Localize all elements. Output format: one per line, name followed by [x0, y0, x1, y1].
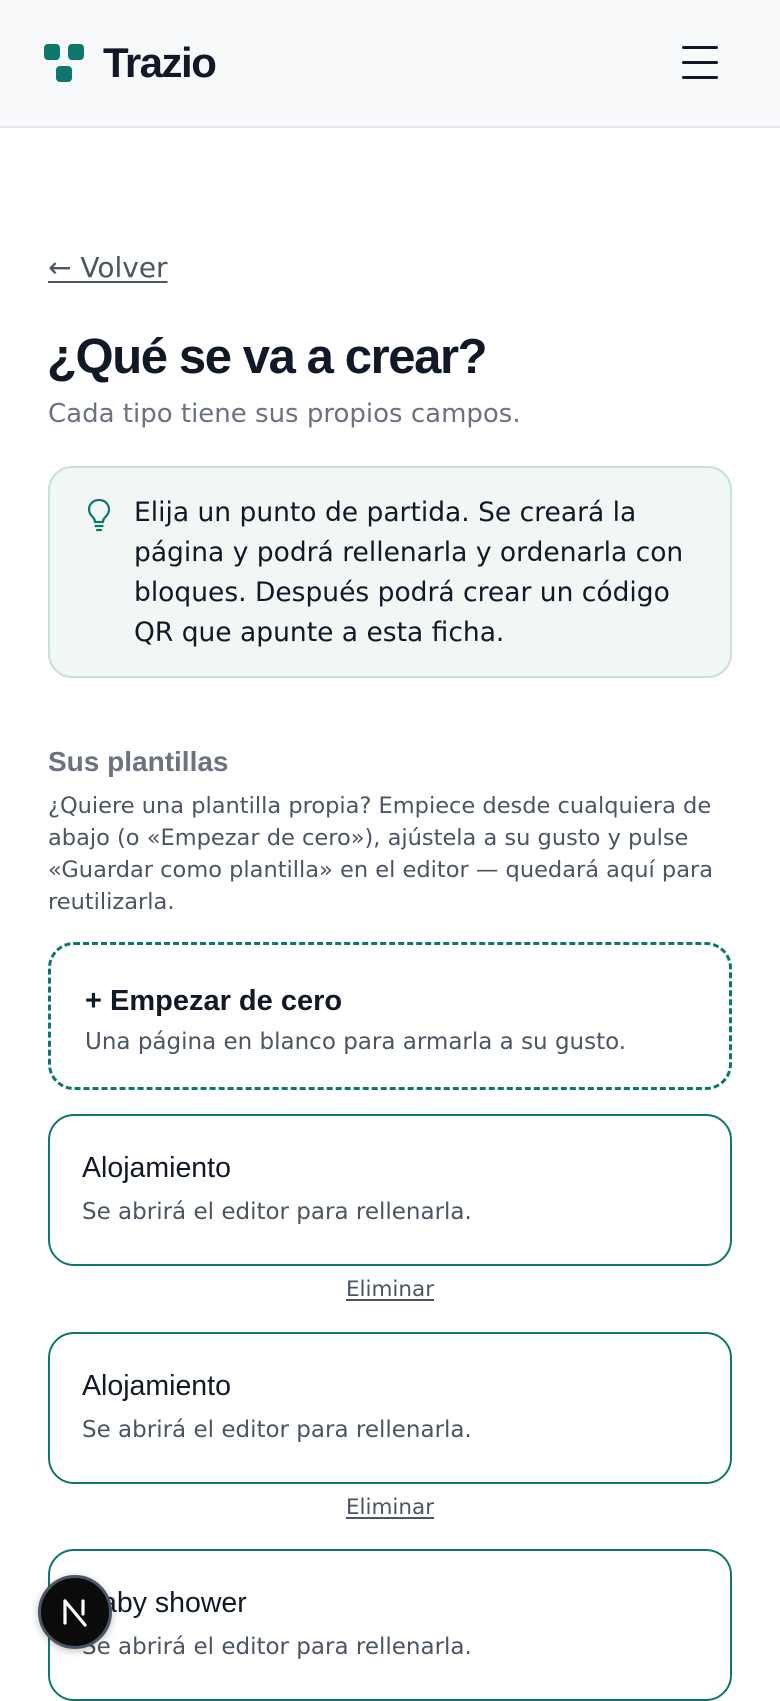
- template-description: Se abrirá el editor para rellenarla.: [82, 1634, 472, 1660]
- info-text: Elija un punto de partida. Se creará la …: [134, 497, 684, 648]
- template-title: Alojamiento: [82, 1152, 231, 1184]
- template-title: Alojamiento: [82, 1370, 231, 1402]
- delete-template-row: Eliminar: [0, 1275, 780, 1305]
- template-description: Se abrirá el editor para rellenarla.: [82, 1417, 472, 1443]
- back-link[interactable]: ← Volver: [48, 250, 168, 286]
- delete-template-row: Eliminar: [0, 1493, 780, 1523]
- top-navigation-bar: Trazio: [0, 0, 780, 128]
- delete-template-link[interactable]: Eliminar: [346, 1277, 434, 1302]
- nextjs-n-icon: [63, 1599, 87, 1627]
- start-from-scratch-title: + Empezar de cero: [85, 985, 343, 1017]
- brand-name[interactable]: Trazio: [103, 38, 217, 88]
- info-callout: Elija un punto de partida. Se creará la …: [48, 466, 732, 678]
- templates-section-title: Sus plantillas: [48, 746, 229, 777]
- template-description: Se abrirá el editor para rellenarla.: [82, 1199, 472, 1225]
- hamburger-menu-icon[interactable]: [676, 42, 724, 84]
- template-card[interactable]: Alojamiento Se abrirá el editor para rel…: [48, 1114, 732, 1266]
- lightbulb-icon: [87, 498, 111, 532]
- start-from-scratch-description: Una página en blanco para armarla a su g…: [85, 1029, 627, 1055]
- start-from-scratch-card[interactable]: + Empezar de cero Una página en blanco p…: [48, 942, 732, 1090]
- page-subtitle: Cada tipo tiene sus propios campos.: [48, 399, 521, 429]
- page-title: ¿Qué se va a crear?: [47, 330, 488, 384]
- templates-section-description: ¿Quiere una plantilla propia? Empiece de…: [48, 793, 714, 915]
- template-card[interactable]: Alojamiento Se abrirá el editor para rel…: [48, 1332, 732, 1484]
- nextjs-dev-badge[interactable]: [38, 1575, 112, 1649]
- template-card[interactable]: Baby shower Se abrirá el editor para rel…: [48, 1549, 732, 1701]
- delete-template-link[interactable]: Eliminar: [346, 1495, 434, 1520]
- trazio-logo-icon[interactable]: [44, 44, 86, 84]
